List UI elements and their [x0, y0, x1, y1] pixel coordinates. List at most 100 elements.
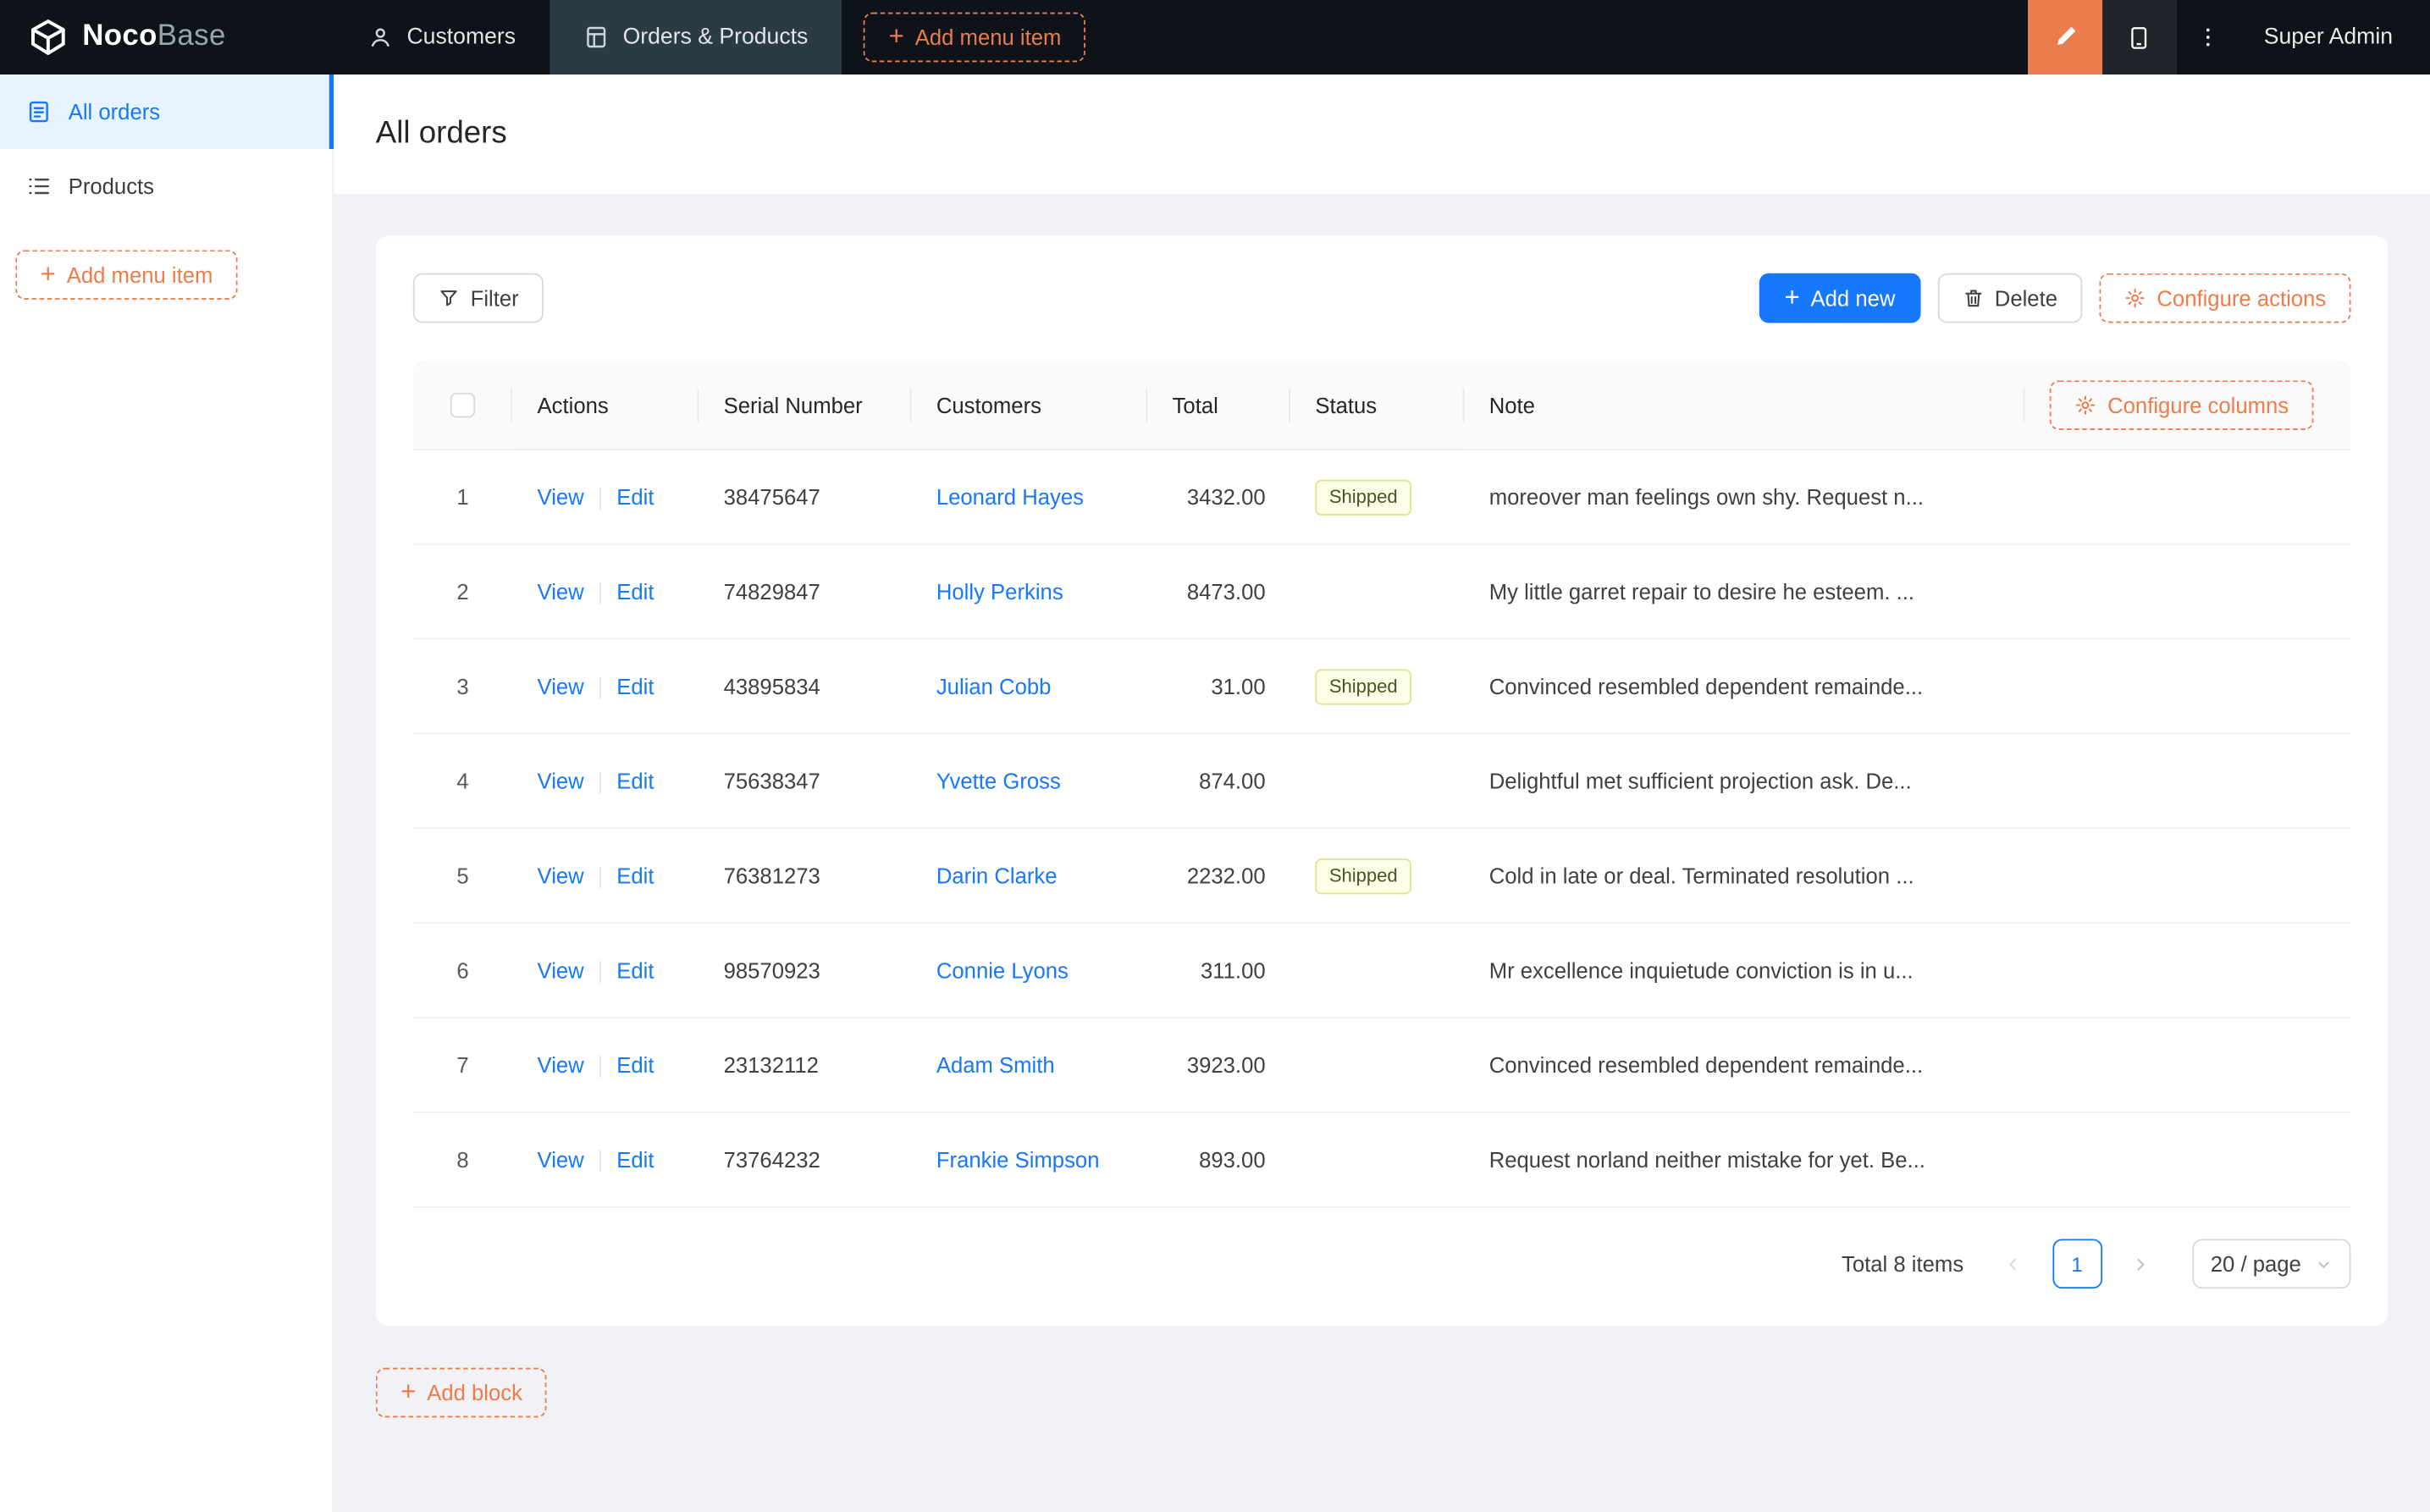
top-menu: Customers Orders & Products + Add menu i… — [334, 0, 1107, 75]
nav-item-orders-products[interactable]: Orders & Products — [550, 0, 842, 75]
edit-link[interactable]: Edit — [616, 957, 654, 982]
row-actions-cell: View Edit — [512, 639, 699, 735]
orders-table: Actions Serial Number Customers Total St… — [412, 360, 2351, 1208]
customer-cell: Yvette Gross — [911, 734, 1148, 830]
serial-number-cell: 98570923 — [699, 924, 912, 1019]
edit-link[interactable]: Edit — [616, 863, 654, 887]
row-actions-cell: View Edit — [512, 450, 699, 545]
edit-link[interactable]: Edit — [616, 1052, 654, 1077]
row-actions-cell: View Edit — [512, 924, 699, 1019]
sidebar-item-label: Products — [68, 174, 155, 199]
status-badge: Shipped — [1315, 668, 1412, 704]
status-cell: Shipped — [1290, 639, 1465, 735]
table-row: 7 View Edit 23132112 Adam Smith 3923.00 C… — [412, 1018, 2351, 1113]
note-cell: Request norland neither mistake for yet.… — [1464, 1112, 2351, 1208]
total-cell: 893.00 — [1147, 1112, 1290, 1208]
pagination-prev-button[interactable] — [1989, 1239, 2039, 1289]
row-index: 8 — [456, 1147, 469, 1173]
row-index-cell: 2 — [412, 544, 513, 640]
vertical-divider — [599, 961, 601, 984]
chevron-right-icon — [2132, 1255, 2149, 1272]
logo[interactable]: NocoBase — [0, 0, 334, 74]
table-header-row: Actions Serial Number Customers Total St… — [412, 360, 2351, 450]
configure-actions-button[interactable]: Configure actions — [2099, 273, 2351, 323]
add-new-label: Add new — [1810, 285, 1896, 311]
row-index: 5 — [456, 863, 469, 888]
column-header-total: Total — [1147, 360, 1290, 450]
edit-link[interactable]: Edit — [616, 1147, 654, 1172]
customer-cell: Leonard Hayes — [911, 450, 1148, 545]
customer-link[interactable]: Adam Smith — [936, 1052, 1055, 1077]
view-link[interactable]: View — [538, 674, 584, 698]
row-index: 4 — [456, 768, 469, 794]
view-link[interactable]: View — [538, 1052, 584, 1077]
status-cell: Shipped — [1290, 829, 1465, 924]
edit-link[interactable]: Edit — [616, 484, 654, 509]
table-row: 2 View Edit 74829847 Holly Perkins 8473.0… — [412, 544, 2351, 640]
view-link[interactable]: View — [538, 484, 584, 509]
note-cell: Cold in late or deal. Terminated resolut… — [1464, 829, 2351, 924]
note-header-label: Note — [1488, 392, 1535, 417]
add-block-button[interactable]: + Add block — [375, 1367, 548, 1418]
add-menu-item-button-side[interactable]: + Add menu item — [15, 250, 238, 300]
gear-icon — [2124, 287, 2146, 309]
serial-number-cell: 38475647 — [699, 450, 912, 545]
nav-item-customers[interactable]: Customers — [334, 0, 550, 74]
user-menu[interactable]: Super Admin — [2239, 0, 2430, 74]
page-size-select[interactable]: 20 / page — [2191, 1239, 2351, 1289]
more-menu-button[interactable] — [2177, 0, 2239, 74]
ui-editor-button[interactable] — [2028, 0, 2103, 75]
total-cell: 8473.00 — [1147, 544, 1290, 640]
edit-link[interactable]: Edit — [616, 768, 654, 792]
configure-columns-button[interactable]: Configure columns — [2050, 379, 2314, 430]
pagination-next-button[interactable] — [2116, 1239, 2166, 1289]
content-area: Filter + Add new Delete Configure action… — [334, 194, 2430, 1460]
customer-link[interactable]: Leonard Hayes — [936, 484, 1084, 509]
column-header-actions: Actions — [512, 360, 699, 450]
customer-link[interactable]: Yvette Gross — [936, 769, 1061, 793]
note-cell: Mr excellence inquietude conviction is i… — [1464, 924, 2351, 1019]
configure-columns-label: Configure columns — [2107, 392, 2289, 417]
note-cell: Delightful met sufficient projection ask… — [1464, 734, 2351, 830]
add-menu-item-button-top[interactable]: + Add menu item — [864, 12, 1086, 63]
edit-link[interactable]: Edit — [616, 579, 654, 604]
customers-icon — [368, 25, 393, 49]
logo-text-secondary: Base — [157, 19, 226, 53]
add-new-button[interactable]: + Add new — [1759, 273, 1920, 323]
vertical-divider — [599, 866, 601, 889]
edit-link[interactable]: Edit — [616, 674, 654, 698]
select-all-checkbox[interactable] — [450, 393, 476, 418]
serial-number-cell: 74829847 — [699, 544, 912, 640]
status-cell: Shipped — [1290, 450, 1465, 545]
pagination-page-1[interactable]: 1 — [2052, 1239, 2102, 1289]
table-row: 4 View Edit 75638347 Yvette Gross 874.00 … — [412, 734, 2351, 830]
mobile-preview-button[interactable] — [2102, 0, 2178, 75]
customer-link[interactable]: Julian Cobb — [936, 674, 1052, 698]
customer-link[interactable]: Holly Perkins — [936, 579, 1063, 604]
sidebar-item-products[interactable]: Products — [0, 149, 332, 223]
row-index: 1 — [456, 484, 469, 510]
filter-button[interactable]: Filter — [412, 273, 544, 323]
view-link[interactable]: View — [538, 579, 584, 604]
add-menu-item-label: Add menu item — [914, 25, 1062, 50]
view-link[interactable]: View — [538, 768, 584, 792]
customer-link[interactable]: Connie Lyons — [936, 958, 1069, 983]
customer-link[interactable]: Darin Clarke — [936, 864, 1058, 888]
view-link[interactable]: View — [538, 863, 584, 887]
view-link[interactable]: View — [538, 957, 584, 982]
nocobase-logo-icon — [28, 17, 69, 58]
header-separator — [2024, 387, 2025, 422]
kebab-icon — [2195, 25, 2220, 49]
customer-link[interactable]: Frankie Simpson — [936, 1147, 1100, 1172]
row-index: 6 — [456, 957, 469, 983]
view-link[interactable]: View — [538, 1147, 584, 1172]
row-actions-cell: View Edit — [512, 734, 699, 830]
status-cell — [1290, 1018, 1465, 1113]
products-list-icon — [26, 174, 51, 198]
total-cell: 31.00 — [1147, 639, 1290, 735]
row-index-cell: 8 — [412, 1112, 513, 1208]
app-window: NocoBase Customers Orders & Products + A… — [0, 0, 2430, 1512]
delete-button[interactable]: Delete — [1936, 273, 2083, 323]
sidebar-item-all-orders[interactable]: All orders — [0, 74, 334, 150]
total-cell: 3432.00 — [1147, 450, 1290, 545]
